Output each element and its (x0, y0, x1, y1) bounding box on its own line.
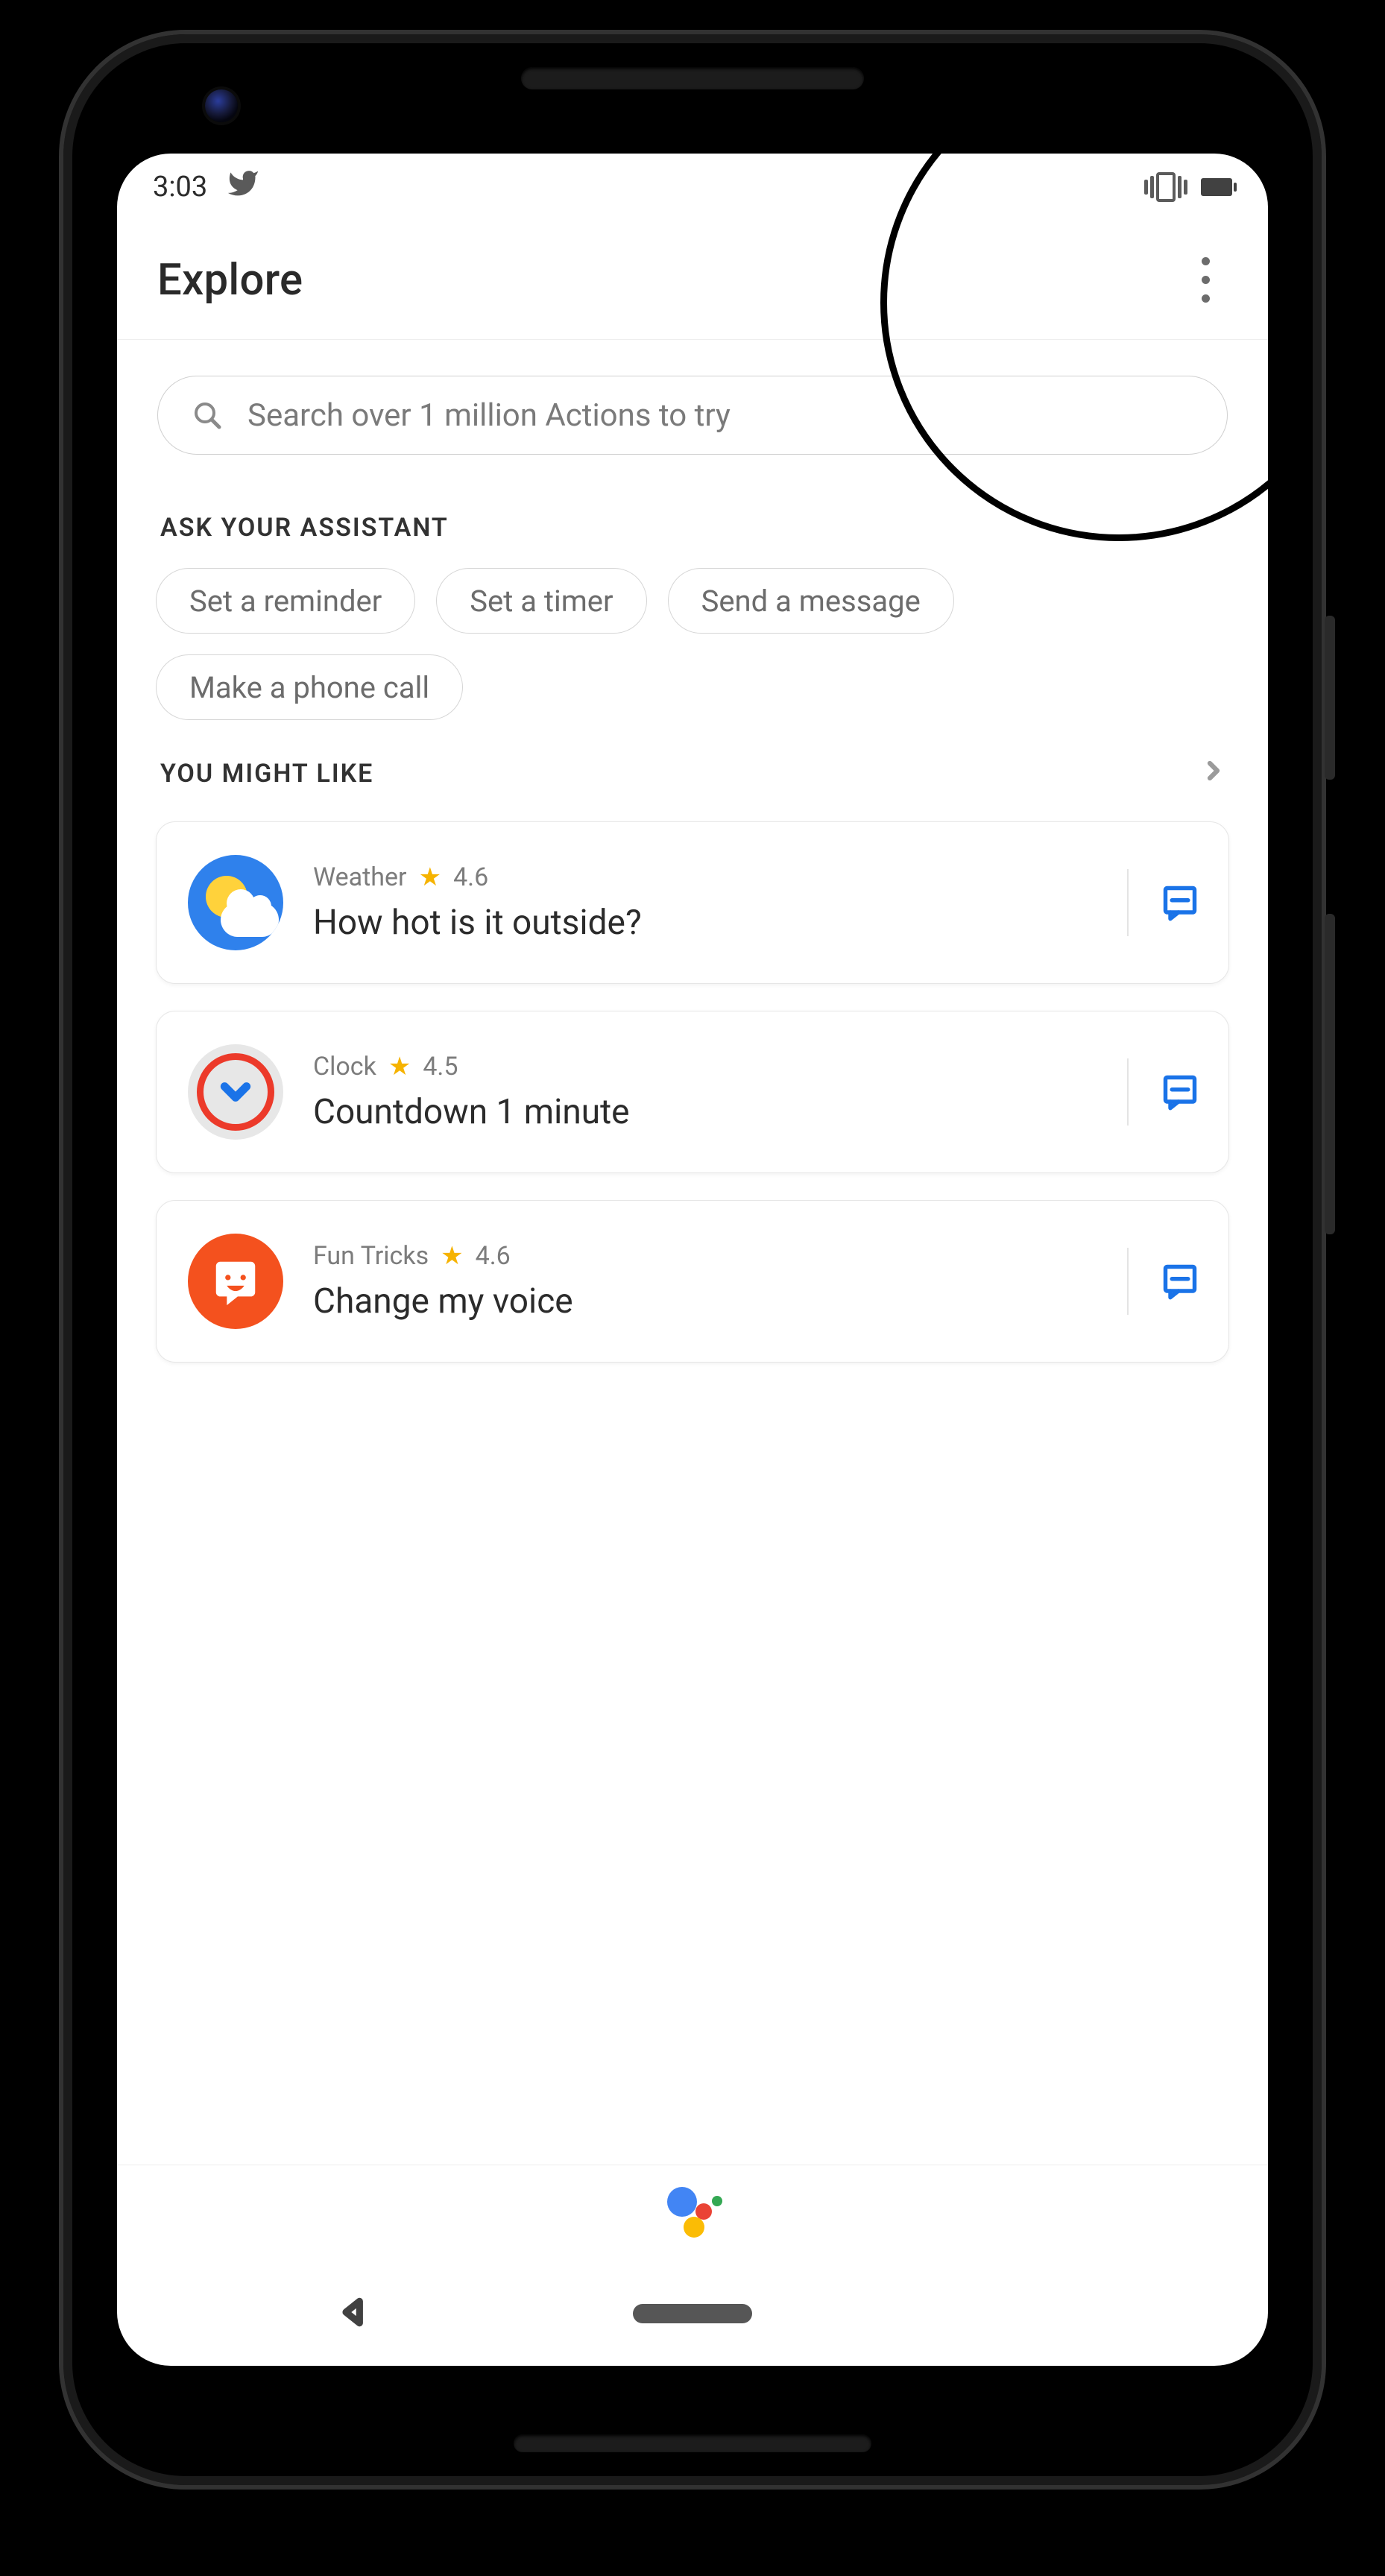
nav-back-button[interactable] (338, 2296, 370, 2332)
card-title: Change my voice (313, 1281, 1117, 1322)
chip-set-timer[interactable]: Set a timer (436, 568, 646, 634)
front-camera (205, 89, 238, 122)
card-category: Fun Tricks (313, 1241, 429, 1271)
suggestion-card-clock[interactable]: Clock ★ 4.5 Countdown 1 minute (156, 1011, 1229, 1173)
search-placeholder: Search over 1 million Actions to try (247, 397, 731, 434)
twitter-notif-icon (227, 167, 259, 207)
try-it-button[interactable] (1154, 1066, 1206, 1118)
overflow-menu-button[interactable] (1183, 257, 1228, 303)
speaker-top (521, 67, 864, 89)
card-rating: 4.5 (423, 1052, 458, 1082)
star-icon: ★ (441, 1241, 463, 1271)
page-title: Explore (157, 255, 303, 306)
power-button[interactable] (1325, 616, 1335, 780)
ask-assistant-heading: ASK YOUR ASSISTANT (117, 482, 1268, 561)
card-category: Clock (313, 1052, 376, 1082)
card-rating: 4.6 (453, 862, 488, 892)
card-rating: 4.6 (476, 1241, 511, 1271)
card-category: Weather (313, 862, 407, 892)
system-nav-bar (117, 2261, 1268, 2366)
vibrate-icon (1144, 172, 1187, 202)
google-assistant-icon (663, 2184, 722, 2244)
chevron-right-icon (1202, 759, 1225, 789)
weather-icon (188, 855, 283, 950)
try-it-button[interactable] (1154, 1255, 1206, 1307)
volume-button[interactable] (1325, 914, 1335, 1234)
you-might-like-heading[interactable]: YOU MIGHT LIKE (117, 727, 1268, 806)
try-it-button[interactable] (1154, 877, 1206, 929)
suggestion-card-weather[interactable]: Weather ★ 4.6 How hot is it outside? (156, 821, 1229, 984)
card-title: How hot is it outside? (313, 903, 1117, 943)
app-header: Explore (117, 221, 1268, 340)
status-bar: 3:03 (117, 154, 1268, 221)
star-icon: ★ (419, 862, 441, 892)
battery-icon (1201, 178, 1232, 196)
speaker-bottom (514, 2434, 871, 2452)
nav-home-pill[interactable] (633, 2304, 752, 2323)
card-title: Countdown 1 minute (313, 1092, 1117, 1132)
content-scroll[interactable]: Search over 1 million Actions to try ASK… (117, 340, 1268, 2165)
suggestion-card-fun-tricks[interactable]: Fun Tricks ★ 4.6 Change my voice (156, 1200, 1229, 1363)
status-time: 3:03 (153, 171, 207, 203)
clock-icon (188, 1044, 283, 1140)
star-icon: ★ (388, 1052, 411, 1082)
chip-set-reminder[interactable]: Set a reminder (156, 568, 415, 634)
screen: 3:03 Explore (117, 154, 1268, 2366)
fun-tricks-icon (188, 1234, 283, 1329)
search-input[interactable]: Search over 1 million Actions to try (157, 376, 1228, 455)
phone-frame: 3:03 Explore (59, 30, 1326, 2490)
chip-send-message[interactable]: Send a message (668, 568, 954, 634)
chip-phone-call[interactable]: Make a phone call (156, 654, 463, 720)
assistant-bar[interactable] (117, 2165, 1268, 2261)
ask-chips: Set a reminder Set a timer Send a messag… (117, 561, 1268, 727)
search-icon (192, 400, 222, 430)
